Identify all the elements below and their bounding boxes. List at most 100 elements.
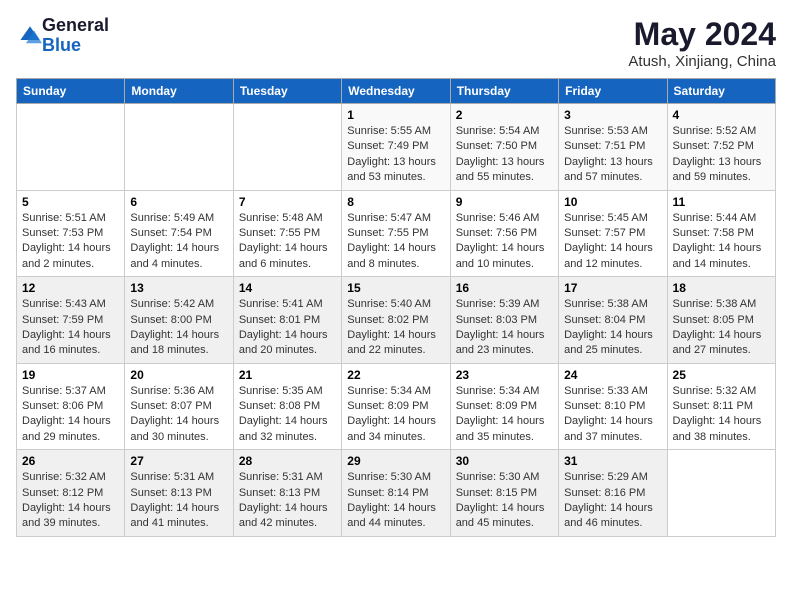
daylight-text: Daylight: 14 hours and 27 minutes. bbox=[673, 328, 770, 359]
sunset-text: Sunset: 8:08 PM bbox=[239, 399, 336, 414]
day-info: Sunrise: 5:47 AMSunset: 7:55 PMDaylight:… bbox=[347, 211, 444, 273]
day-number: 19 bbox=[22, 368, 119, 382]
day-info: Sunrise: 5:53 AMSunset: 7:51 PMDaylight:… bbox=[564, 124, 661, 186]
day-info: Sunrise: 5:38 AMSunset: 8:05 PMDaylight:… bbox=[673, 297, 770, 359]
sunrise-text: Sunrise: 5:53 AM bbox=[564, 124, 661, 139]
day-number: 25 bbox=[673, 368, 770, 382]
daylight-text: Daylight: 14 hours and 25 minutes. bbox=[564, 328, 661, 359]
sunset-text: Sunset: 7:55 PM bbox=[347, 226, 444, 241]
day-number: 31 bbox=[564, 454, 661, 468]
sunset-text: Sunset: 8:02 PM bbox=[347, 313, 444, 328]
logo-icon bbox=[18, 24, 42, 48]
calendar-cell: 1Sunrise: 5:55 AMSunset: 7:49 PMDaylight… bbox=[342, 104, 450, 191]
daylight-text: Daylight: 14 hours and 37 minutes. bbox=[564, 414, 661, 445]
day-number: 3 bbox=[564, 108, 661, 122]
sunset-text: Sunset: 7:50 PM bbox=[456, 139, 553, 154]
sunrise-text: Sunrise: 5:54 AM bbox=[456, 124, 553, 139]
daylight-text: Daylight: 14 hours and 23 minutes. bbox=[456, 328, 553, 359]
day-info: Sunrise: 5:38 AMSunset: 8:04 PMDaylight:… bbox=[564, 297, 661, 359]
sunset-text: Sunset: 8:09 PM bbox=[456, 399, 553, 414]
day-number: 23 bbox=[456, 368, 553, 382]
sunrise-text: Sunrise: 5:37 AM bbox=[22, 384, 119, 399]
calendar-cell: 4Sunrise: 5:52 AMSunset: 7:52 PMDaylight… bbox=[667, 104, 775, 191]
calendar-cell: 14Sunrise: 5:41 AMSunset: 8:01 PMDayligh… bbox=[233, 277, 341, 364]
sunrise-text: Sunrise: 5:38 AM bbox=[564, 297, 661, 312]
day-number: 24 bbox=[564, 368, 661, 382]
sunset-text: Sunset: 7:51 PM bbox=[564, 139, 661, 154]
calendar-cell: 21Sunrise: 5:35 AMSunset: 8:08 PMDayligh… bbox=[233, 363, 341, 450]
sunset-text: Sunset: 7:52 PM bbox=[673, 139, 770, 154]
calendar-cell: 7Sunrise: 5:48 AMSunset: 7:55 PMDaylight… bbox=[233, 190, 341, 277]
day-info: Sunrise: 5:49 AMSunset: 7:54 PMDaylight:… bbox=[130, 211, 227, 273]
sunrise-text: Sunrise: 5:44 AM bbox=[673, 211, 770, 226]
sunrise-text: Sunrise: 5:34 AM bbox=[347, 384, 444, 399]
week-row: 1Sunrise: 5:55 AMSunset: 7:49 PMDaylight… bbox=[17, 104, 776, 191]
day-info: Sunrise: 5:32 AMSunset: 8:12 PMDaylight:… bbox=[22, 470, 119, 532]
sunset-text: Sunset: 7:49 PM bbox=[347, 139, 444, 154]
weekday-header: Thursday bbox=[450, 79, 558, 104]
calendar-cell: 11Sunrise: 5:44 AMSunset: 7:58 PMDayligh… bbox=[667, 190, 775, 277]
daylight-text: Daylight: 14 hours and 2 minutes. bbox=[22, 241, 119, 272]
daylight-text: Daylight: 14 hours and 29 minutes. bbox=[22, 414, 119, 445]
weekday-header-row: SundayMondayTuesdayWednesdayThursdayFrid… bbox=[17, 79, 776, 104]
day-number: 28 bbox=[239, 454, 336, 468]
daylight-text: Daylight: 14 hours and 20 minutes. bbox=[239, 328, 336, 359]
sunset-text: Sunset: 7:55 PM bbox=[239, 226, 336, 241]
sunset-text: Sunset: 8:15 PM bbox=[456, 486, 553, 501]
day-info: Sunrise: 5:30 AMSunset: 8:14 PMDaylight:… bbox=[347, 470, 444, 532]
calendar-cell bbox=[125, 104, 233, 191]
calendar-cell: 9 Sunrise: 5:46 AMSunset: 7:56 PMDaylight… bbox=[450, 190, 558, 277]
day-info: Sunrise: 5:46 AMSunset: 7:56 PMDaylight:… bbox=[456, 211, 553, 273]
logo-blue: Blue bbox=[42, 35, 81, 55]
calendar-cell: 5Sunrise: 5:51 AMSunset: 7:53 PMDaylight… bbox=[17, 190, 125, 277]
week-row: 12Sunrise: 5:43 AMSunset: 7:59 PMDayligh… bbox=[17, 277, 776, 364]
sunrise-text: Sunrise: 5:33 AM bbox=[564, 384, 661, 399]
day-number: 10 bbox=[564, 195, 661, 209]
day-info: Sunrise: 5:33 AMSunset: 8:10 PMDaylight:… bbox=[564, 384, 661, 446]
day-number: 8 bbox=[347, 195, 444, 209]
calendar-cell: 16Sunrise: 5:39 AMSunset: 8:03 PMDayligh… bbox=[450, 277, 558, 364]
day-info: Sunrise: 5:37 AMSunset: 8:06 PMDaylight:… bbox=[22, 384, 119, 446]
calendar-cell: 10Sunrise: 5:45 AMSunset: 7:57 PMDayligh… bbox=[559, 190, 667, 277]
calendar-cell: 8 Sunrise: 5:47 AMSunset: 7:55 PMDaylight… bbox=[342, 190, 450, 277]
sunrise-text: Sunrise: 5:31 AM bbox=[130, 470, 227, 485]
daylight-text: Daylight: 14 hours and 22 minutes. bbox=[347, 328, 444, 359]
sunrise-text: Sunrise: 5:39 AM bbox=[456, 297, 553, 312]
sunset-text: Sunset: 8:00 PM bbox=[130, 313, 227, 328]
day-number: 30 bbox=[456, 454, 553, 468]
sunrise-text: Sunrise: 5:46 AM bbox=[456, 211, 553, 226]
week-row: 19 Sunrise: 5:37 AMSunset: 8:06 PMDayligh… bbox=[17, 363, 776, 450]
sunset-text: Sunset: 8:01 PM bbox=[239, 313, 336, 328]
sunrise-text: Sunrise: 5:30 AM bbox=[347, 470, 444, 485]
day-number: 27 bbox=[130, 454, 227, 468]
sunset-text: Sunset: 7:53 PM bbox=[22, 226, 119, 241]
sunset-text: Sunset: 8:03 PM bbox=[456, 313, 553, 328]
sunset-text: Sunset: 7:56 PM bbox=[456, 226, 553, 241]
sunset-text: Sunset: 8:05 PM bbox=[673, 313, 770, 328]
day-info: Sunrise: 5:30 AMSunset: 8:15 PMDaylight:… bbox=[456, 470, 553, 532]
sunrise-text: Sunrise: 5:41 AM bbox=[239, 297, 336, 312]
week-row: 5Sunrise: 5:51 AMSunset: 7:53 PMDaylight… bbox=[17, 190, 776, 277]
weekday-header: Wednesday bbox=[342, 79, 450, 104]
day-info: Sunrise: 5:36 AMSunset: 8:07 PMDaylight:… bbox=[130, 384, 227, 446]
sunset-text: Sunset: 7:58 PM bbox=[673, 226, 770, 241]
daylight-text: Daylight: 14 hours and 45 minutes. bbox=[456, 501, 553, 532]
daylight-text: Daylight: 14 hours and 42 minutes. bbox=[239, 501, 336, 532]
sunrise-text: Sunrise: 5:55 AM bbox=[347, 124, 444, 139]
daylight-text: Daylight: 14 hours and 10 minutes. bbox=[456, 241, 553, 272]
weekday-header: Saturday bbox=[667, 79, 775, 104]
day-number: 9 bbox=[456, 195, 553, 209]
logo: General Blue bbox=[16, 16, 109, 56]
sunrise-text: Sunrise: 5:47 AM bbox=[347, 211, 444, 226]
day-info: Sunrise: 5:54 AMSunset: 7:50 PMDaylight:… bbox=[456, 124, 553, 186]
calendar-cell: 24 Sunrise: 5:33 AMSunset: 8:10 PMDayligh… bbox=[559, 363, 667, 450]
day-info: Sunrise: 5:34 AMSunset: 8:09 PMDaylight:… bbox=[456, 384, 553, 446]
calendar-cell: 17 Sunrise: 5:38 AMSunset: 8:04 PMDayligh… bbox=[559, 277, 667, 364]
daylight-text: Daylight: 14 hours and 12 minutes. bbox=[564, 241, 661, 272]
sunset-text: Sunset: 8:09 PM bbox=[347, 399, 444, 414]
sunset-text: Sunset: 8:12 PM bbox=[22, 486, 119, 501]
day-info: Sunrise: 5:51 AMSunset: 7:53 PMDaylight:… bbox=[22, 211, 119, 273]
day-number: 17 bbox=[564, 281, 661, 295]
page-header: General Blue May 2024 Atush, Xinjiang, C… bbox=[16, 16, 776, 70]
calendar-cell: 27Sunrise: 5:31 AMSunset: 8:13 PMDayligh… bbox=[125, 450, 233, 537]
